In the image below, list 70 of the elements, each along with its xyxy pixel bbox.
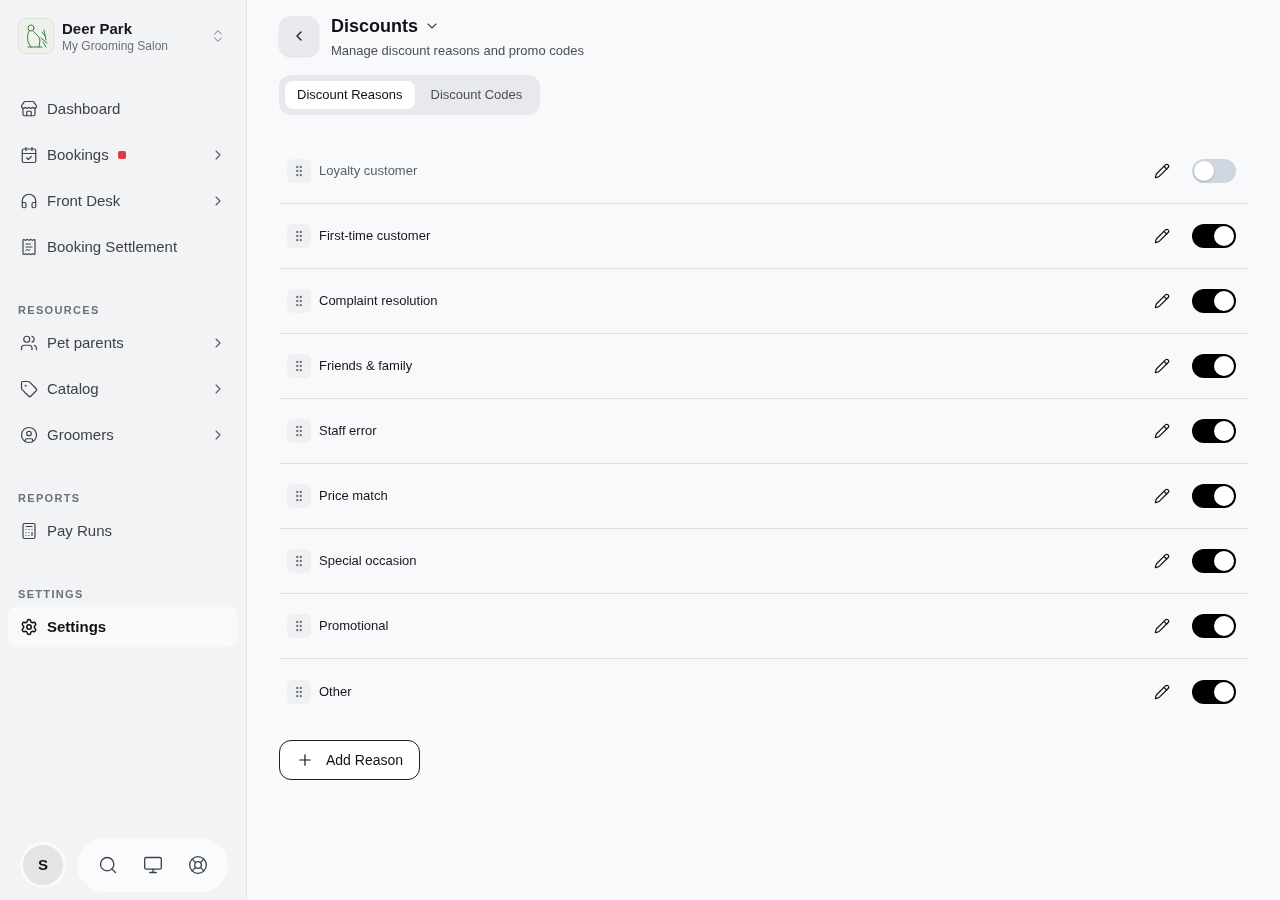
drag-handle[interactable]: [287, 679, 311, 704]
drag-handle[interactable]: [287, 289, 311, 313]
sidebar-item[interactable]: Catalog: [8, 369, 238, 409]
monitor-icon: [142, 855, 163, 875]
toggle-switch[interactable]: [1192, 484, 1236, 508]
calendar-check-icon: [20, 146, 38, 164]
section-heading: REPORTS: [17, 491, 82, 506]
lifebuoy-icon: [187, 855, 208, 875]
calculator-icon: [20, 522, 38, 540]
user-circle-icon: [20, 426, 38, 444]
toggle-switch[interactable]: [1192, 419, 1236, 443]
toggle-switch[interactable]: [1192, 289, 1236, 313]
page-subtitle: Manage discount reasons and promo codes: [331, 43, 584, 59]
reason-label: Price match: [319, 487, 388, 506]
toggle-switch[interactable]: [1192, 224, 1236, 248]
plus-icon: [296, 751, 314, 769]
reason-label: First-time customer: [319, 227, 431, 246]
sidebar-item[interactable]: Pay Runs: [8, 511, 238, 551]
pencil-icon: [1154, 488, 1170, 504]
pencil-icon: [1154, 553, 1170, 569]
drag-handle[interactable]: [287, 614, 311, 638]
drag-handle[interactable]: [287, 549, 311, 573]
pencil-icon: [1154, 163, 1170, 179]
toggle-switch[interactable]: [1192, 159, 1236, 183]
store-icon: [20, 100, 38, 118]
reason-label: Staff error: [319, 422, 377, 441]
logo-icon: [18, 18, 54, 54]
reason-label: Special occasion: [319, 552, 417, 571]
drag-handle[interactable]: [287, 354, 311, 378]
tag-icon: [20, 380, 38, 398]
toggle-switch[interactable]: [1192, 549, 1236, 573]
reason-label: Complaint resolution: [319, 292, 438, 311]
drag-handle[interactable]: [287, 484, 311, 508]
toggle-switch[interactable]: [1192, 679, 1236, 704]
toggle-switch[interactable]: [1192, 354, 1236, 378]
drag-handle[interactable]: [287, 419, 311, 443]
sidebar-item[interactable]: Booking Settlement: [8, 227, 238, 267]
section-heading: RESOURCES: [17, 303, 101, 318]
headset-icon: [20, 192, 38, 210]
reason-label: Promotional: [319, 617, 389, 636]
settings-icon: [20, 618, 38, 636]
sidebar-item[interactable]: Groomers: [8, 415, 238, 455]
tab[interactable]: Discount Codes: [418, 81, 535, 109]
pencil-icon: [1154, 683, 1170, 700]
add-reason-button[interactable]: Add Reason: [279, 740, 421, 780]
drag-handle[interactable]: [287, 224, 311, 248]
pencil-icon: [1154, 423, 1170, 439]
sidebar-item[interactable]: Front Desk: [8, 181, 238, 221]
sidebar-item[interactable]: Pet parents: [8, 323, 238, 363]
reason-label: Loyalty customer: [319, 162, 418, 181]
search-icon: [97, 855, 118, 875]
users-icon: [20, 334, 38, 352]
workspace-subtitle: My Grooming Salon: [62, 37, 169, 54]
sidebar-item[interactable]: Settings: [8, 607, 238, 647]
workspace-name: Deer Park: [62, 18, 134, 38]
sidebar-item[interactable]: Bookings: [8, 135, 238, 175]
tab[interactable]: Discount Reasons: [285, 81, 415, 109]
reason-label: Other: [319, 682, 352, 701]
reason-label: Friends & family: [319, 357, 413, 376]
pencil-icon: [1154, 618, 1170, 634]
pencil-icon: [1154, 293, 1170, 309]
pencil-icon: [1154, 358, 1170, 374]
receipt-icon: [20, 238, 38, 256]
toggle-switch[interactable]: [1192, 614, 1236, 638]
sidebar-item[interactable]: Dashboard: [8, 89, 238, 129]
user-avatar[interactable]: S: [20, 842, 66, 888]
section-heading: SETTINGS: [17, 587, 85, 602]
pencil-icon: [1154, 228, 1170, 244]
page-title: Discounts: [331, 16, 418, 36]
drag-handle[interactable]: [287, 159, 311, 183]
